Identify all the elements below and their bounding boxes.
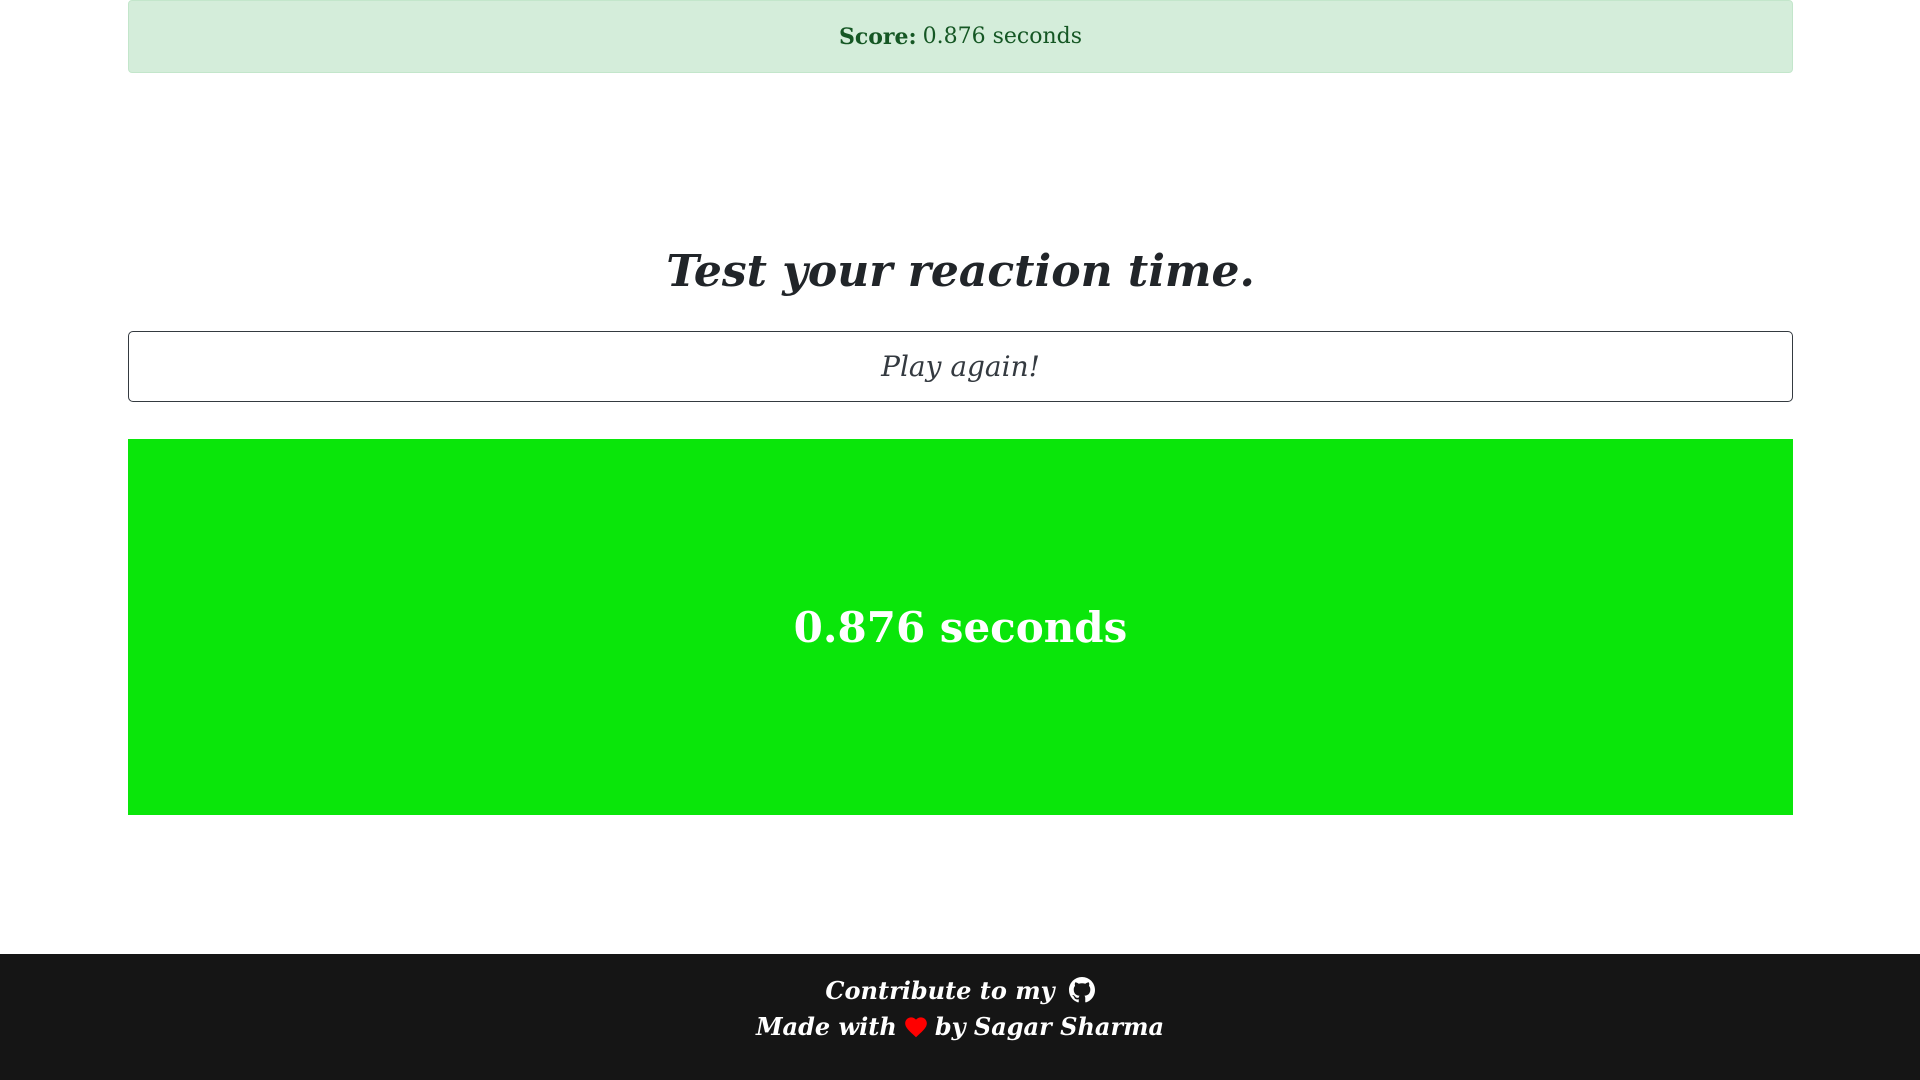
score-alert: Score: 0.876 seconds	[128, 0, 1793, 73]
made-with-text: Made with	[755, 1011, 897, 1041]
footer: Contribute to my Made with by Sagar Shar…	[0, 954, 1920, 1080]
play-again-button[interactable]: Play again!	[128, 331, 1793, 402]
github-icon[interactable]	[1068, 977, 1095, 1003]
score-label: Score:	[838, 23, 917, 50]
page: Score: 0.876 seconds Test your reaction …	[0, 0, 1920, 1080]
heart-icon	[903, 1014, 929, 1038]
contribute-line: Contribute to my	[825, 972, 1095, 1008]
reaction-time-text: 0.876 seconds	[793, 602, 1128, 652]
made-with-line: Made with by Sagar Sharma	[756, 1008, 1164, 1044]
contribute-text: Contribute to my	[825, 975, 1055, 1005]
score-value: 0.876 seconds	[922, 24, 1083, 49]
author-text: by Sagar Sharma	[934, 1011, 1165, 1041]
page-title: Test your reaction time.	[666, 246, 1255, 297]
reaction-box[interactable]: 0.876 seconds	[128, 439, 1793, 815]
